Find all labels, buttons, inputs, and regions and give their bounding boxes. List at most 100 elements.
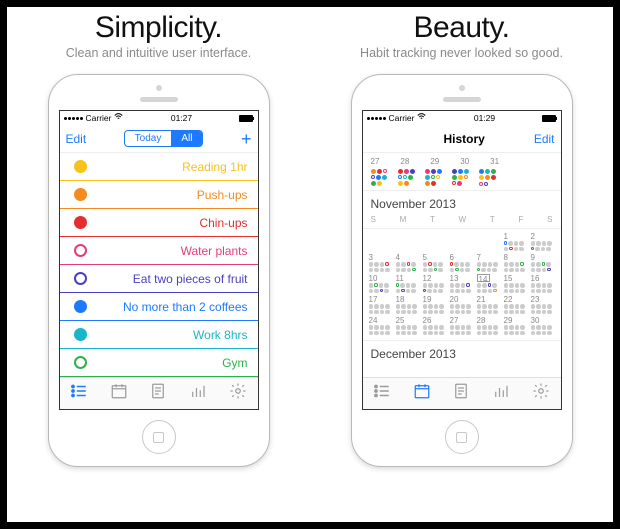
tab-list-icon[interactable] (373, 382, 391, 405)
calendar-day[interactable]: 14 (477, 274, 501, 293)
day-number: 30 (531, 316, 555, 324)
calendar-day[interactable]: 15 (504, 274, 528, 293)
habit-row[interactable]: No more than 2 coffees (60, 293, 258, 321)
day-dots (369, 262, 391, 272)
edit-button[interactable]: Edit (534, 132, 555, 146)
day-number (423, 232, 447, 240)
habit-label: Eat two pieces of fruit (133, 272, 248, 286)
calendar-day[interactable]: 12 (423, 274, 447, 293)
habit-row[interactable]: Work 8hrs (60, 321, 258, 349)
history-day-cell[interactable] (479, 169, 499, 186)
calendar-day[interactable]: 26 (423, 316, 447, 335)
day-number: 2 (531, 232, 555, 240)
month-header-2: December 2013 (363, 340, 561, 363)
tab-stats-icon[interactable] (492, 382, 510, 405)
calendar-day[interactable]: 24 (369, 316, 393, 335)
day-number: 4 (396, 253, 420, 261)
day-number: 24 (369, 316, 393, 324)
tab-list-icon[interactable] (70, 382, 88, 405)
calendar-day[interactable]: 22 (504, 295, 528, 314)
day-dots (477, 325, 499, 335)
calendar-day[interactable] (477, 232, 501, 251)
day-number: 20 (450, 295, 474, 303)
calendar-day[interactable]: 25 (396, 316, 420, 335)
history-day-cell[interactable] (371, 169, 391, 186)
day-number: 3 (369, 253, 393, 261)
calendar-day[interactable]: 7 (477, 253, 501, 272)
habit-label: No more than 2 coffees (123, 300, 248, 314)
history-day-cell[interactable] (398, 169, 418, 186)
calendar-day[interactable]: 5 (423, 253, 447, 272)
clock: 01:27 (171, 113, 192, 123)
habit-row[interactable]: Gym (60, 349, 258, 377)
tab-settings-icon[interactable] (532, 382, 550, 405)
home-button[interactable] (142, 420, 176, 454)
date-label: 31 (490, 157, 499, 166)
habit-row[interactable]: Reading 1hr (60, 153, 258, 181)
day-number: 21 (477, 295, 501, 303)
edit-button[interactable]: Edit (66, 132, 87, 146)
history-day-cell[interactable] (425, 169, 445, 186)
calendar-week: 1011121314 1516 (369, 274, 555, 293)
habit-row[interactable]: Eat two pieces of fruit (60, 265, 258, 293)
calendar-day[interactable]: 29 (504, 316, 528, 335)
calendar-day[interactable]: 1 (504, 232, 528, 251)
day-number: 26 (423, 316, 447, 324)
calendar-day[interactable]: 8 (504, 253, 528, 272)
day-dots (423, 283, 445, 293)
calendar-day[interactable]: 16 (531, 274, 555, 293)
calendar-day[interactable]: 6 (450, 253, 474, 272)
habit-row[interactable]: Push-ups (60, 181, 258, 209)
seg-all[interactable]: All (171, 131, 202, 146)
tab-settings-icon[interactable] (229, 382, 247, 405)
day-dots (369, 304, 391, 314)
calendar-day[interactable]: 10 (369, 274, 393, 293)
calendar-day[interactable]: 17 (369, 295, 393, 314)
segmented-control[interactable]: Today All (124, 130, 204, 147)
day-dots (423, 262, 445, 272)
home-button[interactable] (445, 420, 479, 454)
day-dots (396, 325, 418, 335)
habit-row[interactable]: Water plants (60, 237, 258, 265)
calendar-day[interactable] (450, 232, 474, 251)
calendar-day[interactable]: 13 (450, 274, 474, 293)
calendar-day[interactable]: 20 (450, 295, 474, 314)
history-day-cell[interactable] (452, 169, 472, 186)
tab-stats-icon[interactable] (189, 382, 207, 405)
calendar-day[interactable]: 4 (396, 253, 420, 272)
calendar-day[interactable] (423, 232, 447, 251)
date-label: 28 (400, 157, 409, 166)
calendar-day[interactable]: 18 (396, 295, 420, 314)
calendar-day[interactable] (369, 232, 393, 251)
tab-calendar-icon[interactable] (110, 382, 128, 405)
tab-calendar-icon[interactable] (413, 382, 431, 405)
day-number: 17 (369, 295, 393, 303)
calendar-day[interactable]: 21 (477, 295, 501, 314)
habit-dot-icon (74, 328, 87, 341)
habit-dot-icon (74, 244, 87, 257)
add-button[interactable]: + (241, 130, 252, 148)
calendar-day[interactable]: 23 (531, 295, 555, 314)
day-number (396, 232, 420, 240)
seg-today[interactable]: Today (125, 131, 172, 146)
tab-notes-icon[interactable] (452, 382, 470, 405)
calendar-day[interactable]: 9 (531, 253, 555, 272)
calendar-day[interactable]: 27 (450, 316, 474, 335)
calendar-day[interactable]: 2 (531, 232, 555, 251)
tab-notes-icon[interactable] (149, 382, 167, 405)
day-dots (531, 325, 553, 335)
day-dots (531, 304, 553, 314)
battery-icon (542, 115, 556, 122)
day-number: 9 (531, 253, 555, 261)
calendar-day[interactable]: 3 (369, 253, 393, 272)
calendar-day[interactable]: 28 (477, 316, 501, 335)
day-number: 14 (477, 274, 490, 282)
day-dots (450, 304, 472, 314)
habit-row[interactable]: Chin-ups (60, 209, 258, 237)
calendar-day[interactable] (396, 232, 420, 251)
calendar-day[interactable]: 30 (531, 316, 555, 335)
calendar-day[interactable]: 19 (423, 295, 447, 314)
dow-label: M (400, 215, 407, 224)
calendar-day[interactable]: 11 (396, 274, 420, 293)
day-number (450, 232, 474, 240)
